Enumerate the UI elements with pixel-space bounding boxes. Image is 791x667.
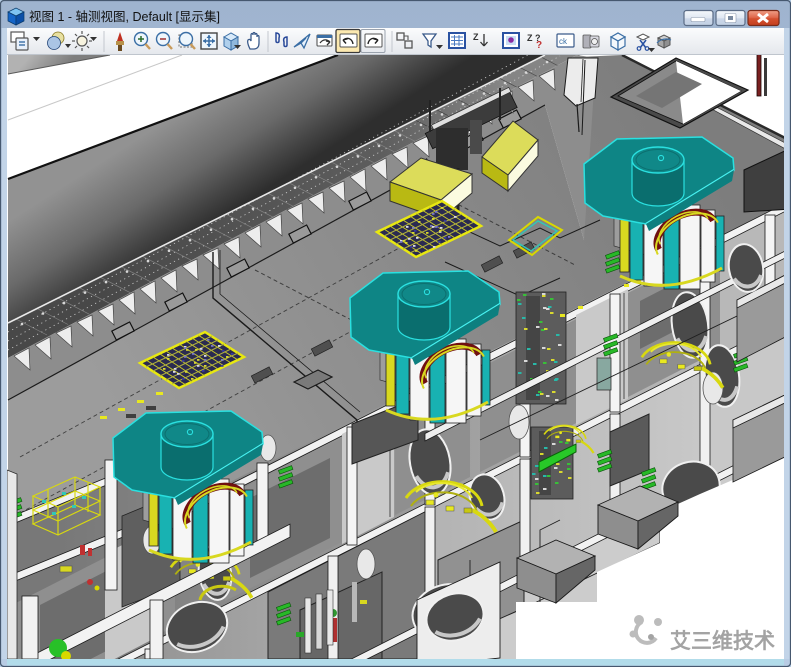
svg-text:Z: Z (527, 33, 533, 43)
svg-text:?: ? (536, 40, 542, 51)
svg-text:艾三维技术: 艾三维技术 (670, 629, 775, 653)
svg-text:视图 1 - 轴测视图, Default [显示集]: 视图 1 - 轴测视图, Default [显示集] (29, 9, 220, 24)
svg-text:Z: Z (473, 32, 479, 42)
svg-text:ck: ck (559, 37, 568, 46)
